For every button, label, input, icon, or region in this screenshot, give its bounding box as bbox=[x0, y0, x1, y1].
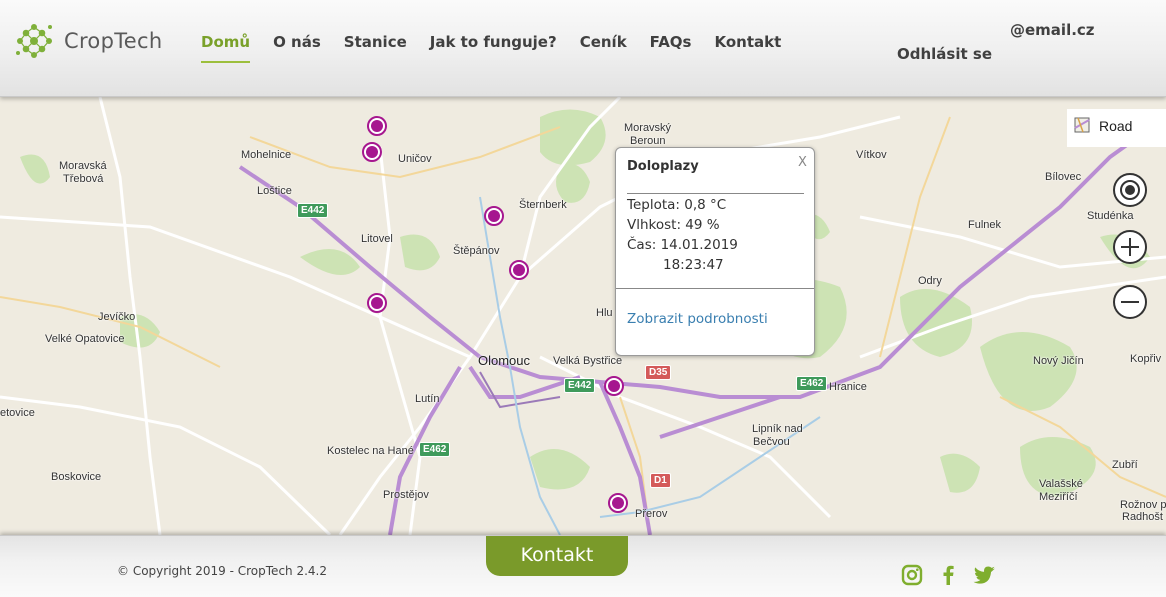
place-label: Loštice bbox=[257, 185, 292, 197]
place-label: Odry bbox=[918, 275, 942, 287]
zoom-in-icon bbox=[1121, 238, 1139, 256]
road-map-icon bbox=[1074, 117, 1090, 133]
place-label: Studénka bbox=[1087, 210, 1134, 222]
place-label: Jevíčko bbox=[98, 311, 136, 323]
place-label: Bílovec bbox=[1045, 171, 1082, 183]
popup-date: Čas: 14.01.2019 bbox=[627, 237, 738, 253]
contact-button[interactable]: Kontakt bbox=[486, 536, 628, 576]
place-label: Kopřiv bbox=[1130, 353, 1162, 365]
road-shield: D35 bbox=[645, 365, 672, 380]
main-nav: Domů O nás Stanice Jak to funguje? Ceník… bbox=[201, 33, 804, 63]
place-label: Bečvou bbox=[753, 436, 790, 448]
place-label: Přerov bbox=[635, 508, 668, 520]
place-label: Moravský bbox=[624, 122, 672, 134]
place-label: Hlu bbox=[596, 307, 613, 319]
station-marker[interactable] bbox=[509, 260, 529, 280]
popup-humidity: Vlhkost: 49 % bbox=[627, 217, 720, 233]
popup-temperature: Teplota: 0,8 °C bbox=[627, 197, 727, 213]
road-shield: E442 bbox=[564, 378, 596, 393]
road-shield: E462 bbox=[796, 376, 828, 391]
station-marker[interactable] bbox=[604, 376, 624, 396]
station-info-popup: Doloplazy X Teplota: 0,8 °C Vlhkost: 49 … bbox=[615, 147, 815, 356]
map-type-label: Road bbox=[1099, 118, 1133, 134]
place-label: Nový Jičín bbox=[1033, 355, 1084, 367]
divider bbox=[616, 288, 814, 289]
logo-mark-icon bbox=[16, 24, 52, 58]
place-label: Olomouc bbox=[478, 353, 531, 368]
nav-pricing[interactable]: Ceník bbox=[580, 33, 627, 63]
place-label: Šternberk bbox=[519, 199, 567, 211]
nav-about[interactable]: O nás bbox=[273, 33, 321, 63]
map-type-selector[interactable]: Road bbox=[1067, 109, 1166, 147]
nav-faqs[interactable]: FAQs bbox=[650, 33, 692, 63]
place-label: Boskovice bbox=[51, 471, 102, 483]
place-label: Rožnov p bbox=[1120, 499, 1166, 511]
road-shield: D1 bbox=[650, 473, 671, 488]
place-label: Uničov bbox=[398, 153, 432, 165]
locate-icon bbox=[1120, 180, 1140, 200]
nav-contact[interactable]: Kontakt bbox=[715, 33, 782, 63]
facebook-icon[interactable] bbox=[936, 563, 960, 587]
locate-button[interactable] bbox=[1113, 173, 1147, 207]
map-base-layer bbox=[0, 97, 1166, 535]
place-label: Valašské bbox=[1039, 478, 1083, 490]
zoom-out-button[interactable] bbox=[1113, 285, 1147, 319]
station-marker[interactable] bbox=[367, 293, 387, 313]
station-marker[interactable] bbox=[362, 142, 382, 162]
popup-title: Doloplazy bbox=[627, 159, 699, 174]
station-marker[interactable] bbox=[367, 116, 387, 136]
place-label: Kostelec na Hané bbox=[327, 445, 414, 457]
place-label: Lutín bbox=[415, 393, 440, 405]
croptech-logo[interactable]: CropTech bbox=[14, 21, 184, 61]
place-label: Meziříčí bbox=[1039, 491, 1078, 503]
place-label: Hranice bbox=[829, 381, 867, 393]
place-label: Velká Bystřice bbox=[553, 355, 623, 367]
nav-home[interactable]: Domů bbox=[201, 33, 251, 63]
copyright-text: © Copyright 2019 - CropTech 2.4.2 bbox=[117, 564, 327, 578]
place-label: Třebová bbox=[63, 173, 104, 185]
place-label: Moravská bbox=[59, 160, 107, 172]
instagram-icon[interactable] bbox=[900, 563, 924, 587]
place-label: Beroun bbox=[630, 135, 666, 147]
nav-stations[interactable]: Stanice bbox=[344, 33, 407, 63]
zoom-in-button[interactable] bbox=[1113, 230, 1147, 264]
station-map[interactable]: Moravský Beroun Vítkov Bílovec Studénka … bbox=[0, 97, 1166, 535]
place-label: Lipník nad bbox=[752, 423, 803, 435]
popup-time: 18:23:47 bbox=[663, 257, 724, 273]
show-details-link[interactable]: Zobrazit podrobnosti bbox=[627, 311, 768, 327]
road-shield: E442 bbox=[297, 203, 329, 218]
place-label: Fulnek bbox=[968, 219, 1002, 231]
station-marker[interactable] bbox=[608, 493, 628, 513]
divider bbox=[627, 193, 804, 194]
logout-link[interactable]: Odhlásit se bbox=[897, 45, 992, 63]
user-email: @email.cz bbox=[1010, 21, 1095, 39]
place-label: Litovel bbox=[361, 233, 393, 245]
place-label: Zubří bbox=[1112, 459, 1138, 471]
place-label: etovice bbox=[0, 407, 35, 419]
place-label: Radhošt bbox=[1122, 511, 1163, 523]
road-shield: E462 bbox=[419, 442, 451, 457]
place-label: Prostějov bbox=[383, 489, 429, 501]
close-icon[interactable]: X bbox=[798, 155, 807, 170]
place-label: Štěpánov bbox=[453, 245, 500, 257]
place-label: Mohelnice bbox=[241, 149, 292, 161]
nav-how-it-works[interactable]: Jak to funguje? bbox=[430, 33, 557, 63]
zoom-out-icon bbox=[1121, 301, 1139, 303]
place-label: Velké Opatovice bbox=[45, 333, 125, 345]
logo-text: CropTech bbox=[64, 29, 163, 53]
place-label: Vítkov bbox=[856, 149, 887, 161]
header: CropTech Domů O nás Stanice Jak to fungu… bbox=[0, 0, 1166, 97]
twitter-icon[interactable] bbox=[972, 563, 996, 587]
footer: © Copyright 2019 - CropTech 2.4.2 Kontak… bbox=[0, 535, 1166, 597]
station-marker[interactable] bbox=[484, 206, 504, 226]
